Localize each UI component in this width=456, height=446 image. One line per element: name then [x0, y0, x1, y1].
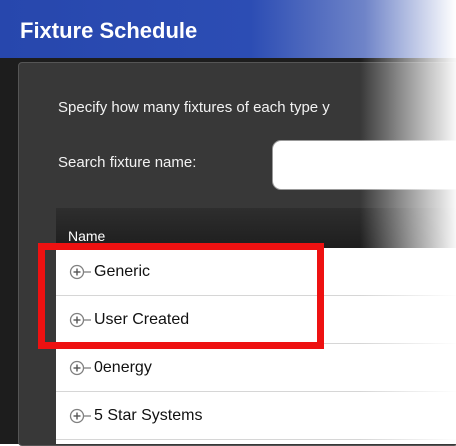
tree-column-header[interactable]: Name: [56, 208, 456, 248]
plus-expander-icon[interactable]: [68, 407, 92, 425]
title-bar[interactable]: Fixture Schedule: [0, 0, 456, 58]
name-column-label: Name: [68, 228, 106, 244]
tree-item-5-star-systems[interactable]: 5 Star Systems: [56, 392, 456, 440]
plus-expander-icon[interactable]: [68, 263, 92, 281]
tree-body: Generic User Created 0energy 5 Star Syst…: [56, 248, 456, 444]
tree-item-label: 5 Star Systems: [94, 407, 203, 424]
window-title: Fixture Schedule: [20, 18, 198, 43]
tree-item-user-created[interactable]: User Created: [56, 296, 456, 344]
fixture-schedule-window: Fixture Schedule Specify how many fixtur…: [0, 0, 456, 446]
tree-item-label: User Created: [94, 311, 190, 328]
plus-expander-icon[interactable]: [68, 311, 92, 329]
tree-item-label: Generic: [94, 263, 151, 280]
tree-item-generic[interactable]: Generic: [56, 248, 456, 296]
tree-item-0energy[interactable]: 0energy: [56, 344, 456, 392]
instruction-text: Specify how many fixtures of each type y: [58, 99, 330, 116]
fixture-tree: Name Generic User Created 0energy 5 Star…: [56, 208, 456, 444]
search-label: Search fixture name:: [58, 154, 197, 171]
tree-item-label: 0energy: [94, 359, 152, 376]
search-input[interactable]: [272, 140, 456, 190]
plus-expander-icon[interactable]: [68, 359, 92, 377]
